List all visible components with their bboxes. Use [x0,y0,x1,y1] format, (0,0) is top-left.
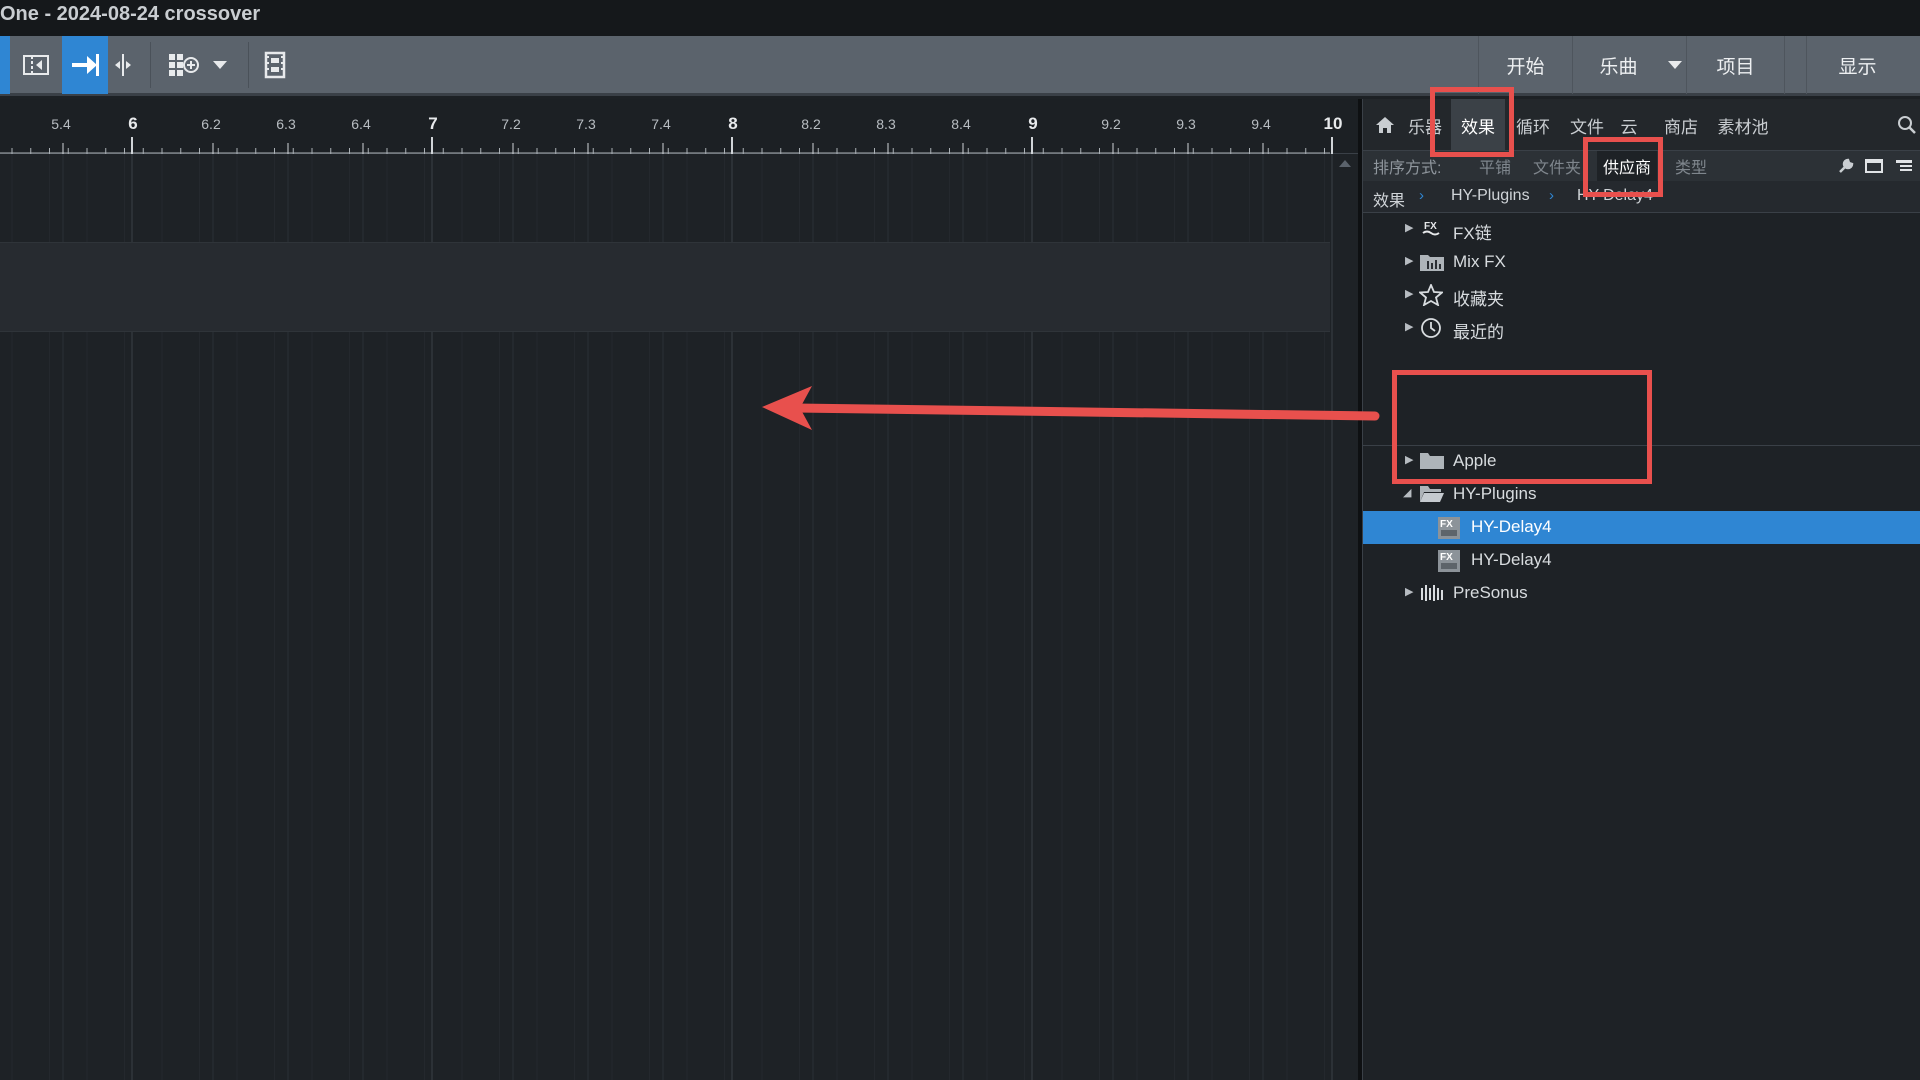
ruler-beat-label: 7.3 [576,116,596,132]
ruler-bar-label: 8 [728,114,737,133]
tree-item-label: HY-Delay4 [1471,517,1552,536]
ruler-beat-label: 6.3 [276,116,296,132]
song-button[interactable]: 乐曲 [1572,36,1664,94]
list-view-icon[interactable] [1895,151,1913,181]
mixfx-folder-icon [1419,251,1444,273]
tree-item-label: FX链 [1453,224,1492,243]
annotation-box-vendor-sort [1583,137,1663,197]
tree-item-fx-chain[interactable]: ▶ FX FX链 [1363,213,1920,246]
sort-folder[interactable]: 文件夹 [1533,151,1581,181]
home-icon[interactable] [1369,99,1401,151]
sort-type[interactable]: 类型 [1675,151,1707,181]
grid-add-icon[interactable] [162,36,204,94]
snap-arrow-icon[interactable] [62,36,108,94]
breadcrumb-effects[interactable]: 效果 [1373,187,1405,211]
title-bar: One - 2024-08-24 crossover [0,0,1920,36]
ruler-bar-label: 6 [128,114,137,133]
tree-item-recent[interactable]: ▶ 最近的 [1363,312,1920,345]
ruler-bar-label: 7 [428,114,437,133]
presonus-icon [1419,582,1443,604]
caret-right-icon[interactable]: ▶ [1405,254,1413,267]
tree-item-mix-fx[interactable]: ▶ Mix FX [1363,246,1920,279]
tree-item-hy-delay4-vst[interactable]: FX HY-Delay4 [1363,511,1920,544]
ruler-ticks: 5.4 6 6.2 6.3 6.4 7 7.2 7.3 7.4 8 8.2 8.3 8.4 9 9.2 9.3… [0,114,1343,154]
wrench-icon[interactable] [1837,151,1855,181]
split-view-icon[interactable] [12,36,60,94]
window-title: One - 2024-08-24 crossover [0,3,261,25]
vst-plugin-icon: FX [1437,516,1461,539]
ruler-beat-label: 7.4 [651,116,671,132]
split-cursor-icon[interactable] [108,36,138,94]
tree-item-label: HY-Plugins [1453,484,1537,503]
fx-chain-icon: FX [1421,218,1445,240]
ruler-bar-label: 9 [1028,114,1037,133]
project-button[interactable]: 项目 [1686,36,1784,94]
time-ruler[interactable]: 5.4 6 6.2 6.3 6.4 7 7.2 7.3 7.4 8 8.2 8.3 8.4 9 9.2 9.3… [0,99,1358,154]
svg-text:FX: FX [1440,552,1453,563]
caret-right-icon[interactable]: ▶ [1405,221,1413,234]
tree-item-label: HY-Delay4 [1471,550,1552,569]
dropdown-icon[interactable] [206,36,234,94]
scroll-up-icon[interactable] [1335,154,1355,174]
caret-down-icon[interactable]: ◢ [1403,486,1411,499]
caret-right-icon[interactable]: ▶ [1405,320,1413,333]
tab-pool[interactable]: 素材池 [1715,99,1771,151]
breadcrumb-hy-plugins[interactable]: HY-Plugins [1451,187,1530,205]
caret-right-icon[interactable]: ▶ [1405,585,1413,598]
ruler-beat-label: 9.4 [1251,116,1271,132]
show-button[interactable]: 显示 [1806,36,1908,94]
ruler-beat-label: 7.2 [501,116,521,132]
vertical-scrollbar[interactable] [1335,154,1355,1080]
ruler-beat-label: 6.2 [201,116,221,132]
edge-active-tool[interactable] [0,36,10,94]
clock-icon [1419,317,1443,339]
tree-item-label: 最近的 [1453,323,1504,342]
main-toolbar: 开始 乐曲 项目 显示 [0,36,1920,96]
browser-panel: 乐器 效果 循环 文件 云 商店 素材池 排序方式: 平铺 文件夹 供应商 类型… [1362,99,1920,1080]
ruler-beat-label: 9.3 [1176,116,1196,132]
ruler-beat-label: 9.2 [1101,116,1121,132]
svg-text:FX: FX [1424,221,1437,232]
film-icon[interactable] [258,36,292,94]
toolbar-spacer [1784,36,1806,94]
arrange-timeline[interactable]: 5.4 6 6.2 6.3 6.4 7 7.2 7.3 7.4 8 8.2 8.3 8.4 9 9.2 9.3… [0,99,1358,1080]
ruler-beat-label: 5.4 [51,116,71,132]
chevron-right-icon: › [1549,187,1554,204]
ruler-beat-label: 8.4 [951,116,971,132]
search-icon[interactable] [1895,99,1919,151]
tab-shop[interactable]: 商店 [1661,99,1701,151]
ruler-beat-label: 8.3 [876,116,896,132]
ruler-bar-label: 10 [1324,114,1343,133]
chevron-right-icon: › [1419,187,1424,204]
tree-item-hy-delay4-au[interactable]: FX HY-Delay4 [1363,544,1920,577]
tree-item-label: 收藏夹 [1453,290,1504,309]
au-plugin-icon: FX [1437,549,1461,572]
start-button[interactable]: 开始 [1478,36,1572,94]
ruler-beat-label: 6.4 [351,116,371,132]
star-icon [1417,282,1445,307]
annotation-box-effects-tab [1430,87,1514,157]
svg-text:FX: FX [1440,519,1453,530]
tree-item-presonus[interactable]: ▶ PreSonus [1363,577,1920,610]
window-icon[interactable] [1865,151,1883,181]
track-lane[interactable] [0,242,1330,332]
tab-loops[interactable]: 循环 [1511,99,1555,151]
folder-open-icon [1419,483,1444,505]
ruler-beat-label: 8.2 [801,116,821,132]
tree-item-favorites[interactable]: ▶ 收藏夹 [1363,279,1920,312]
tree-item-label: Mix FX [1453,252,1506,271]
annotation-box-hy-plugins [1392,370,1652,484]
song-dropdown-icon[interactable] [1664,36,1686,94]
caret-right-icon[interactable]: ▶ [1405,287,1413,300]
tree-item-label: PreSonus [1453,583,1528,602]
